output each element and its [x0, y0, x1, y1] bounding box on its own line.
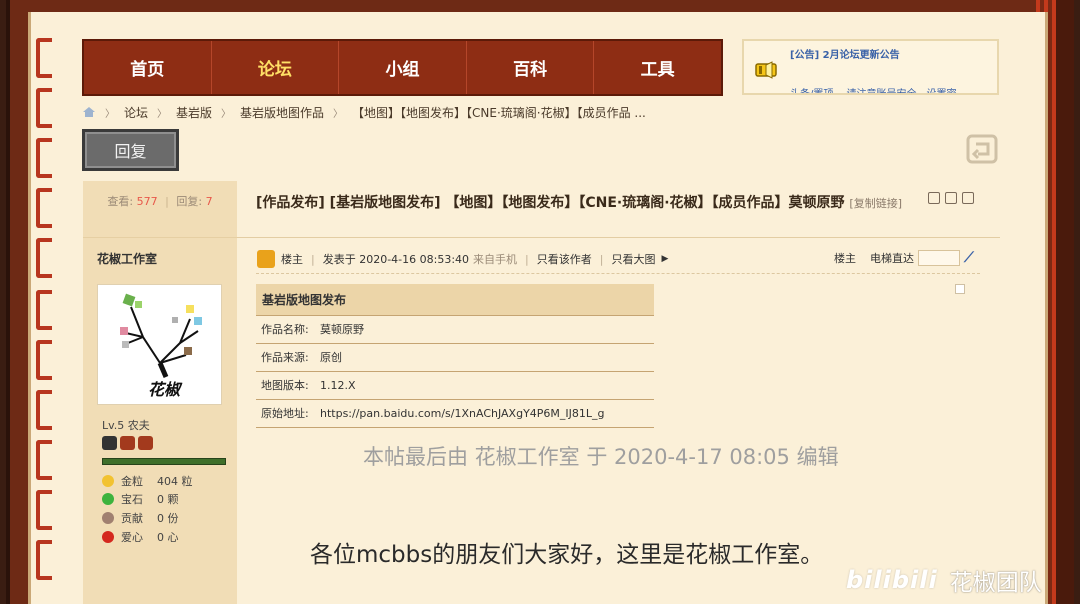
home-icon[interactable] — [82, 105, 96, 119]
table-row: 作品来源: 原创 — [256, 343, 654, 372]
title-actions — [928, 192, 974, 204]
breadcrumb-bedrock[interactable]: 基岩版 — [176, 104, 212, 121]
caret-right-icon[interactable]: ▶ — [661, 254, 668, 264]
source-url-link[interactable]: https://pan.baidu.com/s/1XnAChJAXgY4P6M_… — [320, 399, 654, 428]
post-source: 来自手机 — [473, 253, 518, 266]
floor-controls: 楼主 电梯直达 ⟋ — [834, 250, 974, 266]
reply-button[interactable]: 回复 — [82, 129, 179, 171]
nav-tools[interactable]: 工具 — [594, 41, 721, 94]
post-title: [作品发布] [基岩版地图发布] 【地图】【地图发布】【CNE·琉璃阁·花椒】【… — [256, 193, 980, 214]
views-label: 查看: — [107, 195, 134, 208]
stat-contribution: 贡献 0 份 — [102, 510, 179, 526]
avatar[interactable]: 花椒 — [97, 284, 222, 405]
next-thread-icon[interactable] — [962, 192, 974, 204]
nav-forum[interactable]: 论坛 — [212, 41, 340, 94]
main-nav: 首页 论坛 小组 百科 工具 — [82, 39, 723, 96]
breadcrumb-bedrock-maps[interactable]: 基岩版地图作品 — [240, 104, 324, 121]
table-row: 作品名称: 莫顿原野 — [256, 315, 654, 344]
divider — [256, 273, 980, 274]
experience-bar — [102, 458, 226, 465]
nav-groups[interactable]: 小组 — [339, 41, 467, 94]
breadcrumb-current[interactable]: 【地图】【地图发布】【CNE·琉璃阁·花椒】【成员作品 ... — [352, 104, 646, 121]
owner-icon — [257, 250, 275, 268]
gold-nugget-icon — [102, 475, 114, 487]
speaker-icon — [755, 61, 777, 79]
user-badges — [102, 436, 153, 450]
contribution-icon — [102, 512, 114, 524]
user-level: Lv.5 农夫 — [102, 419, 150, 432]
bilibili-logo: bilibili — [846, 566, 938, 594]
table-row: 原始地址: https://pan.baidu.com/s/1XnAChJAXg… — [256, 399, 654, 428]
owner-label: 楼主 — [281, 253, 303, 266]
chevron-right-icon: 〉 — [105, 108, 115, 120]
chevron-right-icon: 〉 — [221, 108, 232, 120]
replies-count: 7 — [205, 195, 213, 208]
thread-stats: 查看: 577 | 回复: 7 — [107, 195, 213, 208]
map-info-table: 基岩版地图发布 作品名称: 莫顿原野 作品来源: 原创 地图版本: 1.12.X… — [256, 284, 654, 428]
large-image-link[interactable]: 只看大图 — [611, 251, 655, 267]
jump-input[interactable] — [918, 250, 960, 266]
book-spine-rings — [36, 28, 54, 604]
nav-home[interactable]: 首页 — [84, 41, 212, 94]
prev-thread-icon[interactable] — [945, 192, 957, 204]
post-title-text: [作品发布] [基岩版地图发布] 【地图】【地图发布】【CNE·琉璃阁·花椒】【… — [256, 195, 845, 211]
stat-gold: 金粒 404 粒 — [102, 473, 193, 489]
announcement-text: 头条/置顶… 请注意账号安全，设置密 — [790, 89, 957, 95]
replies-label: 回复: — [176, 195, 203, 208]
copy-link[interactable]: [复制链接] — [849, 197, 902, 210]
emerald-icon — [102, 493, 114, 505]
chevron-right-icon: 〉 — [157, 108, 168, 120]
select-checkbox[interactable] — [955, 284, 965, 294]
announcement-title[interactable]: [公告] 2月论坛更新公告 — [790, 46, 900, 61]
only-author-link[interactable]: 只看该作者 — [537, 251, 592, 267]
table-row: 地图版本: 1.12.X — [256, 371, 654, 400]
floor-label: 楼主 — [834, 252, 856, 265]
author-panel: 查看: 577 | 回复: 7 花椒工作室 花椒 Lv.5 农夫 金粒 404 … — [83, 181, 237, 604]
edit-note: 本帖最后由 花椒工作室 于 2020-4-17 08:05 编辑 — [363, 445, 839, 469]
breadcrumb-forum[interactable]: 论坛 — [124, 104, 148, 121]
divider — [237, 237, 1000, 238]
return-list-icon[interactable] — [964, 132, 1000, 166]
car-badge-icon[interactable] — [102, 436, 117, 450]
stat-hearts: 爱心 0 心 — [102, 529, 179, 545]
jump-label: 电梯直达 — [870, 252, 914, 265]
post-body: 各位mcbbs的朋友们大家好，这里是花椒工作室。 — [310, 542, 824, 568]
table-header: 基岩版地图发布 — [256, 284, 654, 316]
print-icon[interactable] — [928, 192, 940, 204]
video-watermark: bilibili 花椒团队 — [846, 563, 1042, 597]
announcement-box[interactable]: [公告] 2月论坛更新公告 头条/置顶… 请注意账号安全，设置密 — [742, 39, 999, 95]
stat-gems: 宝石 0 颗 — [102, 491, 179, 507]
views-count: 577 — [136, 195, 158, 208]
tree-logo-icon: 花椒 — [120, 293, 202, 399]
author-name[interactable]: 花椒工作室 — [97, 250, 157, 267]
divider — [83, 237, 237, 238]
chevron-right-icon: 〉 — [333, 108, 344, 120]
car-badge-icon[interactable] — [138, 436, 153, 450]
avatar-text: 花椒 — [148, 380, 183, 399]
car-badge-icon[interactable] — [120, 436, 135, 450]
team-watermark: 花椒团队 — [949, 570, 1042, 596]
nav-wiki[interactable]: 百科 — [467, 41, 595, 94]
post-date: 发表于 2020-4-16 08:53:40 — [322, 253, 470, 266]
breadcrumb: 〉 论坛 〉 基岩版 〉 基岩版地图作品 〉 【地图】【地图发布】【CNE·琉璃… — [82, 104, 646, 120]
go-icon[interactable]: ⟋ — [964, 250, 974, 266]
heart-icon — [102, 531, 114, 543]
